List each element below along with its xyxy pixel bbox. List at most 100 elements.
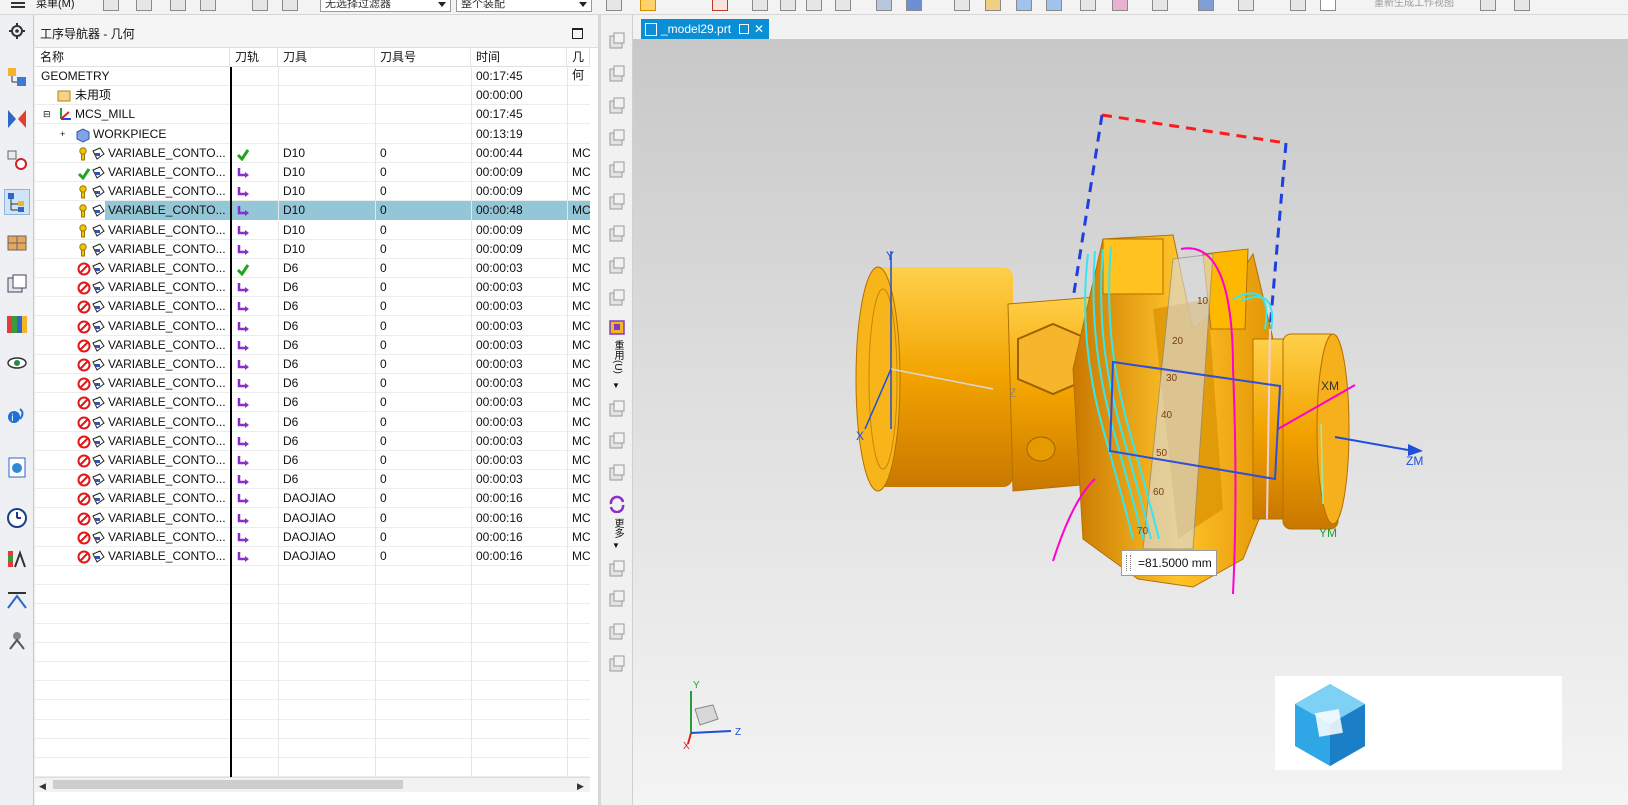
toolbar-icon[interactable] bbox=[985, 0, 1001, 11]
rotate-icon[interactable] bbox=[1016, 0, 1032, 11]
history-icon[interactable] bbox=[5, 312, 29, 336]
toolbar-icon[interactable] bbox=[200, 0, 216, 11]
toolbar-icon[interactable] bbox=[752, 0, 768, 11]
toolbar-icon[interactable] bbox=[608, 623, 626, 641]
operation-row[interactable]: VARIABLE_CONTO... D10 0 00:00:09 MC bbox=[35, 221, 591, 240]
part-navigator-icon[interactable] bbox=[5, 65, 29, 89]
toolbar-icon[interactable] bbox=[103, 0, 119, 11]
chevron-down-icon[interactable]: ▼ bbox=[612, 541, 620, 550]
tab-model29[interactable]: _model29.prt ✕ bbox=[641, 19, 769, 39]
operation-row[interactable]: VARIABLE_CONTO... D6 0 00:00:03 MC bbox=[35, 297, 591, 316]
popout-icon[interactable] bbox=[739, 24, 749, 34]
column-divider[interactable] bbox=[230, 67, 232, 777]
column-header[interactable]: 时间 bbox=[471, 48, 567, 66]
horizontal-scrollbar[interactable]: ◀ ▶ bbox=[35, 777, 590, 792]
operation-row[interactable]: VARIABLE_CONTO... D10 0 00:00:09 MC bbox=[35, 240, 591, 259]
toolbar-icon[interactable] bbox=[1198, 0, 1214, 11]
toolbar-icon[interactable] bbox=[1320, 0, 1336, 11]
toolbar-icon[interactable] bbox=[608, 193, 626, 211]
process-icon[interactable] bbox=[5, 628, 29, 652]
toolbar-icon[interactable] bbox=[608, 400, 626, 418]
toolbar-icon[interactable] bbox=[806, 0, 822, 11]
operation-row[interactable]: VARIABLE_CONTO... D10 0 00:00:44 MC bbox=[35, 144, 591, 163]
assembly-navigator-icon[interactable] bbox=[5, 107, 29, 131]
web-browser-icon[interactable] bbox=[5, 455, 29, 479]
toolbar-icon[interactable] bbox=[608, 289, 626, 307]
column-header[interactable]: 刀具 bbox=[278, 48, 375, 66]
reuse-library-icon[interactable] bbox=[5, 272, 29, 296]
zoom-icon[interactable] bbox=[954, 0, 970, 11]
refresh-icon[interactable] bbox=[608, 495, 626, 514]
operation-row[interactable]: VARIABLE_CONTO... D6 0 00:00:03 MC bbox=[35, 355, 591, 374]
column-header[interactable]: 刀轨 bbox=[230, 48, 278, 66]
toolbar-icon[interactable] bbox=[1046, 0, 1062, 11]
operation-row[interactable]: VARIABLE_CONTO... DAOJIAO 0 00:00:16 MC bbox=[35, 528, 591, 547]
operation-row[interactable]: VARIABLE_CONTO... D10 0 00:00:09 MC bbox=[35, 163, 591, 182]
drag-handle-icon[interactable] bbox=[1126, 555, 1131, 571]
graphics-viewport[interactable]: 10 20 30 40 50 60 70 XM YM ZM Y X Z Y Z … bbox=[633, 39, 1628, 805]
operation-row[interactable]: VARIABLE_CONTO... D10 0 00:00:09 MC bbox=[35, 182, 591, 201]
operation-row[interactable]: VARIABLE_CONTO... D6 0 00:00:03 MC bbox=[35, 278, 591, 297]
operation-row[interactable]: VARIABLE_CONTO... D6 0 00:00:03 MC bbox=[35, 393, 591, 412]
menu-icon[interactable] bbox=[8, 0, 30, 12]
toolbar-icon[interactable] bbox=[608, 32, 626, 50]
toolbar-icon[interactable] bbox=[608, 161, 626, 179]
toolbar-icon[interactable] bbox=[608, 129, 626, 147]
tree-expander-icon[interactable]: + bbox=[60, 125, 65, 144]
toolbar-icon[interactable] bbox=[906, 0, 922, 11]
reuse-icon[interactable] bbox=[608, 318, 626, 336]
chevron-down-icon[interactable]: ▼ bbox=[612, 381, 620, 390]
toolbar-icon[interactable] bbox=[136, 0, 152, 11]
toolbar-icon[interactable] bbox=[608, 225, 626, 243]
measure-callout[interactable]: =81.5000 mm bbox=[1121, 550, 1217, 576]
operation-row[interactable]: VARIABLE_CONTO... D6 0 00:00:03 MC bbox=[35, 432, 591, 451]
operation-row[interactable]: VARIABLE_CONTO... DAOJIAO 0 00:00:16 MC bbox=[35, 547, 591, 566]
visibility-icon[interactable] bbox=[5, 351, 29, 375]
assembly-scope-select[interactable]: 整个装配 bbox=[456, 0, 592, 12]
toolbar-icon[interactable] bbox=[608, 97, 626, 115]
column-header[interactable]: 几何 bbox=[567, 48, 590, 82]
toolbar-icon[interactable] bbox=[780, 0, 796, 11]
toolbar-icon[interactable] bbox=[1152, 0, 1168, 11]
operation-row[interactable]: VARIABLE_CONTO... D6 0 00:00:03 MC bbox=[35, 336, 591, 355]
operation-navigator-icon[interactable] bbox=[4, 189, 30, 215]
operation-row[interactable]: VARIABLE_CONTO... D6 0 00:00:03 MC bbox=[35, 451, 591, 470]
toolbar-icon[interactable] bbox=[608, 590, 626, 608]
toolbar-icon[interactable] bbox=[170, 0, 186, 11]
toolbar-icon[interactable] bbox=[1238, 0, 1254, 11]
toolbar-icon[interactable] bbox=[608, 257, 626, 275]
toolbar-icon[interactable] bbox=[252, 0, 268, 11]
operation-row[interactable]: VARIABLE_CONTO... D6 0 00:00:03 MC bbox=[35, 470, 591, 489]
operation-row[interactable]: VARIABLE_CONTO... D6 0 00:00:03 MC bbox=[35, 259, 591, 278]
tree-expander-icon[interactable]: ⊟ bbox=[43, 105, 51, 124]
operation-row[interactable]: VARIABLE_CONTO... D6 0 00:00:03 MC bbox=[35, 374, 591, 393]
column-header[interactable]: 名称 bbox=[35, 48, 230, 66]
toolbar-icon[interactable] bbox=[606, 0, 622, 11]
settings-icon[interactable] bbox=[5, 20, 29, 44]
close-icon[interactable]: ✕ bbox=[754, 19, 764, 39]
toolbar-icon[interactable] bbox=[608, 432, 626, 450]
panel-splitter[interactable] bbox=[598, 15, 601, 805]
toolbar-icon[interactable] bbox=[1080, 0, 1096, 11]
operation-row[interactable]: VARIABLE_CONTO... DAOJIAO 0 00:00:16 MC bbox=[35, 489, 591, 508]
toolbar-icon[interactable] bbox=[1514, 0, 1530, 11]
clock-icon[interactable] bbox=[5, 506, 29, 530]
tree-node-row[interactable]: GEOMETRY 00:17:45 bbox=[35, 67, 590, 86]
analysis-icon[interactable] bbox=[5, 547, 29, 571]
more-group-label[interactable]: 更多 bbox=[609, 518, 623, 538]
toolbar-icon[interactable] bbox=[1480, 0, 1496, 11]
toolbar-icon[interactable] bbox=[835, 0, 851, 11]
toolbar-icon[interactable] bbox=[876, 0, 892, 11]
operation-row[interactable]: VARIABLE_CONTO... D6 0 00:00:03 MC bbox=[35, 413, 591, 432]
selection-filter-select[interactable]: 无选择过滤器 bbox=[320, 0, 451, 12]
regenerate-view-hint[interactable]: 重新生成工作视图 bbox=[1374, 0, 1454, 12]
system-icon[interactable] bbox=[5, 588, 29, 612]
scroll-right-icon[interactable]: ▶ bbox=[577, 781, 584, 792]
operation-row[interactable]: VARIABLE_CONTO... DAOJIAO 0 00:00:16 MC bbox=[35, 509, 591, 528]
maximize-icon[interactable] bbox=[572, 28, 583, 39]
tree-node-row[interactable]: 未用项 00:00:00 bbox=[35, 86, 590, 105]
operation-row[interactable]: VARIABLE_CONTO... D10 0 00:00:48 MC bbox=[35, 201, 591, 220]
roles-icon[interactable]: i bbox=[5, 403, 29, 427]
toolbar-icon[interactable] bbox=[1112, 0, 1128, 11]
tree-node-row[interactable]: ⊟ MCS_MILL 00:17:45 bbox=[35, 105, 590, 124]
